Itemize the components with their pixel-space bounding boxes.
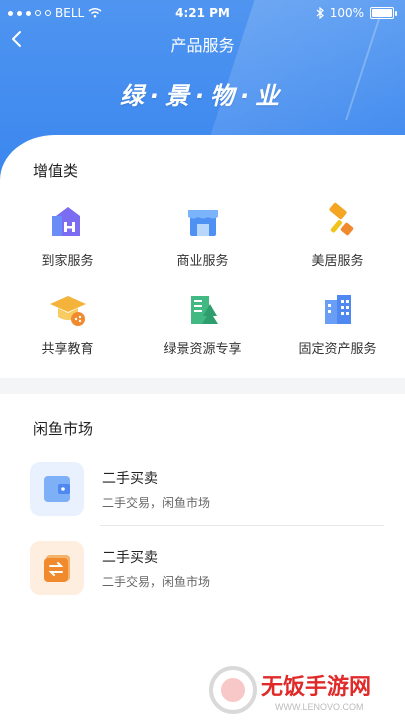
store-icon bbox=[183, 202, 223, 242]
section-divider bbox=[0, 378, 405, 394]
market-item-subtitle: 二手交易，闲鱼市场 bbox=[102, 496, 211, 510]
grid-item-home-service[interactable]: 到家服务 bbox=[0, 202, 135, 269]
grid-item-label: 绿景资源专享 bbox=[163, 342, 242, 357]
svg-text:无饭手游网: 无饭手游网 bbox=[261, 674, 371, 699]
resource-building-icon bbox=[183, 290, 223, 330]
grid-item-lvjing-resources[interactable]: 绿景资源专享 bbox=[135, 290, 270, 357]
grid-item-fixed-assets[interactable]: 固定资产服务 bbox=[270, 290, 405, 357]
grid-item-label: 固定资产服务 bbox=[298, 342, 377, 357]
navigation-bar: 产品服务 bbox=[0, 26, 405, 60]
graduation-cap-icon bbox=[48, 290, 88, 330]
grid-item-label: 商业服务 bbox=[176, 254, 229, 269]
brand-logo-text: 绿·景·物·业 bbox=[119, 82, 286, 110]
grid-item-label: 共享教育 bbox=[41, 342, 94, 357]
battery-cap bbox=[395, 10, 397, 16]
status-right: 100% bbox=[316, 6, 397, 20]
market-item-title: 二手买卖 bbox=[102, 550, 158, 566]
bluetooth-icon bbox=[316, 7, 324, 19]
section-title-market: 闲鱼市场 bbox=[33, 420, 94, 438]
svg-text:WWW.LENOVO.COM: WWW.LENOVO.COM bbox=[275, 702, 364, 712]
exchange-icon bbox=[30, 541, 84, 595]
battery-percent: 100% bbox=[329, 6, 364, 20]
grid-item-label: 到家服务 bbox=[41, 254, 94, 269]
grid-item-home-decor-service[interactable]: 美居服务 bbox=[270, 202, 405, 269]
office-building-icon bbox=[318, 290, 358, 330]
list-divider bbox=[100, 525, 384, 526]
market-item-secondhand[interactable]: 二手买卖 二手交易，闲鱼市场 bbox=[30, 541, 385, 611]
grid-item-label: 美居服务 bbox=[311, 254, 364, 269]
market-item-secondhand[interactable]: 二手买卖 二手交易，闲鱼市场 bbox=[30, 462, 385, 532]
battery-icon bbox=[370, 7, 394, 19]
market-item-title: 二手买卖 bbox=[102, 471, 158, 487]
market-item-subtitle: 二手交易，闲鱼市场 bbox=[102, 575, 211, 589]
paint-roller-icon bbox=[318, 202, 358, 242]
site-watermark-logo: 无饭手游网 WWW.LENOVO.COM bbox=[205, 660, 400, 715]
grid-item-commercial-service[interactable]: 商业服务 bbox=[135, 202, 270, 269]
section-title-value-added: 增值类 bbox=[33, 162, 79, 180]
grid-item-shared-education[interactable]: 共享教育 bbox=[0, 290, 135, 357]
status-bar: BELL 4:21 PM 100% bbox=[0, 0, 405, 26]
wallet-icon bbox=[30, 462, 84, 516]
page-title: 产品服务 bbox=[170, 36, 235, 55]
home-service-icon bbox=[48, 202, 88, 242]
